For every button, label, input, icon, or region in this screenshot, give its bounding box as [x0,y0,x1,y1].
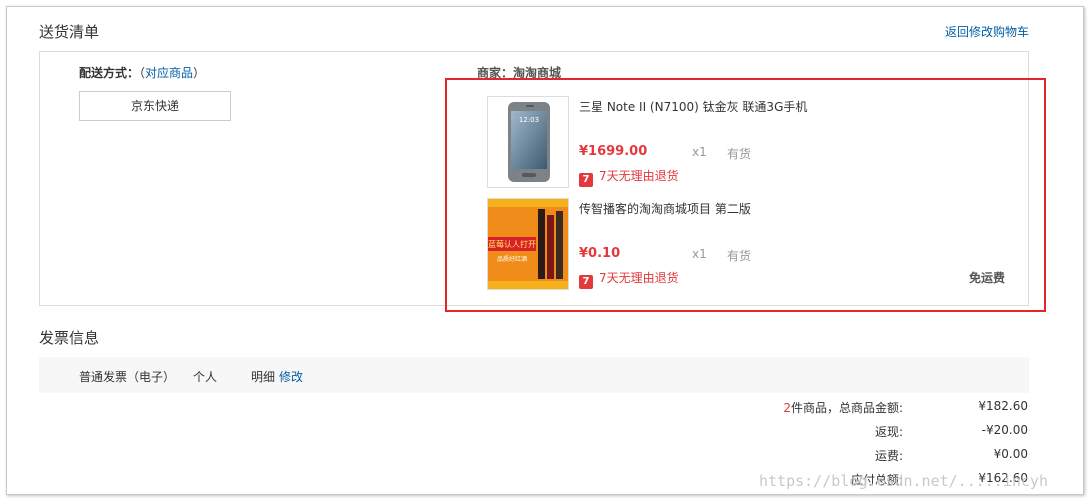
back-to-cart-link[interactable]: 返回修改购物车 [945,23,1029,40]
watermark-text: https://blog.csdn.net/.....incyh [759,472,1048,490]
invoice-bar [39,357,1029,393]
invoice-type: 普通发票（电子） [79,370,176,384]
freight-value: ¥0.00 [993,447,1028,461]
delivery-method-label: 配送方式：（对应商品） [79,64,205,81]
invoice-modify-link[interactable]: 修改 [279,368,303,385]
highlight-box [445,78,1046,312]
rebate-value: -¥20.00 [981,423,1028,437]
express-option-button[interactable]: 京东快递 [79,91,231,121]
shipping-list-title: 送货清单 [39,23,100,41]
goods-count-label: 件商品，总商品金额: [790,401,903,415]
corresponding-goods-link[interactable]: 对应商品 [145,66,193,80]
invoice-title: 发票信息 [39,329,100,347]
delivery-paren-close: ） [193,66,206,80]
goods-total-value: ¥182.60 [978,399,1028,413]
goods-count: 2 [783,401,791,415]
freight-label: 运费: [874,449,903,463]
goods-total-label: 2件商品，总商品金额: [783,399,903,416]
invoice-detail: 明细 [251,370,276,384]
rebate-label: 返现: [874,425,903,439]
invoice-person: 个人 [193,370,218,384]
delivery-label-text: 配送方式： [79,66,140,80]
order-page: 送货清单 返回修改购物车 配送方式：（对应商品） 京东快递 商家：淘淘商城 12… [6,6,1084,495]
